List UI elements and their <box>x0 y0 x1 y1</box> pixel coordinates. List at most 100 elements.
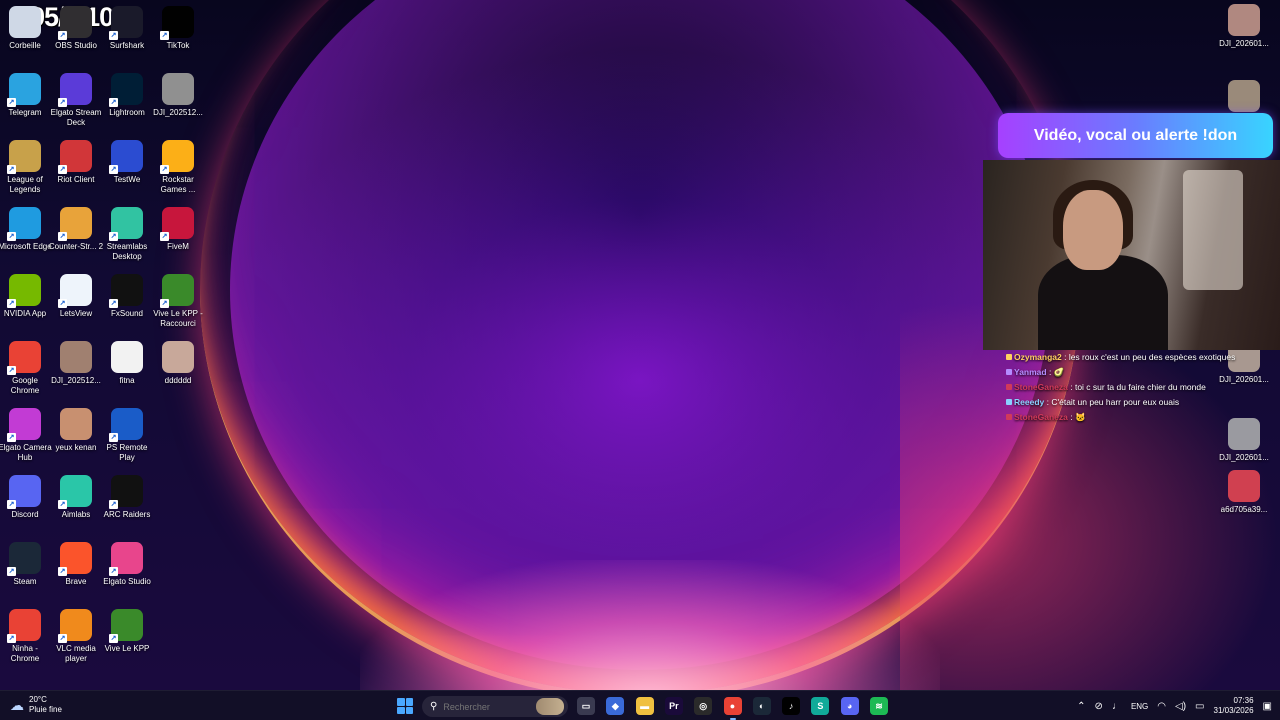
desktop-icon[interactable]: DJI_202512... <box>51 341 101 386</box>
chat-text: C'était un peu harr pour eux ouais <box>1051 397 1180 407</box>
desktop-icon[interactable]: ↗ FxSound <box>102 274 152 319</box>
desktop-icon[interactable]: ↗ League of Legends <box>0 140 50 195</box>
search-highlight-icon[interactable] <box>536 698 564 715</box>
shortcut-arrow-icon: ↗ <box>109 567 118 576</box>
taskbar-surfshark-icon[interactable]: S <box>811 697 830 715</box>
desktop-icon[interactable]: ↗ Discord <box>0 475 50 520</box>
desktop-icon-label: League of Legends <box>7 175 43 194</box>
desktop-icon[interactable]: ↗ Elgato Camera Hub <box>0 408 52 463</box>
desktop-icon-label: FxSound <box>110 309 144 318</box>
start-button[interactable] <box>397 698 413 714</box>
battery-icon[interactable]: ▭ <box>1195 701 1204 712</box>
taskbar-tiktok-icon[interactable]: ♪ <box>782 697 801 715</box>
desktop-icon[interactable]: ↗ Telegram <box>0 73 50 118</box>
desktop-icon[interactable]: ↗ TikTok <box>153 6 203 51</box>
taskbar-chrome-icon[interactable]: ● <box>723 697 742 720</box>
desktop-icon[interactable]: ↗ Brave <box>51 542 101 587</box>
desktop-icon[interactable]: ↗ Microsoft Edge <box>0 207 52 252</box>
desktop-icon-label: a6d705a39... <box>1220 505 1268 514</box>
taskbar-task-view-icon[interactable]: ▭ <box>577 697 595 715</box>
brave-icon: ↗ <box>58 542 92 576</box>
taskbar-copilot-icon[interactable]: ◆ <box>606 697 625 715</box>
shortcut-arrow-icon: ↗ <box>7 567 16 576</box>
desktop-icon[interactable]: ↗ Aimlabs <box>51 475 101 520</box>
shortcut-arrow-icon: ↗ <box>109 31 118 40</box>
desktop-icon-label: Discord <box>11 510 39 519</box>
chat-badge-icon <box>1006 414 1012 420</box>
windows-logo-tile <box>405 698 413 706</box>
taskbar-search[interactable]: ⚲ <box>422 696 568 717</box>
desktop-icon-label: Steam <box>13 577 37 586</box>
desktop-icon[interactable]: ↗ Elgato Studio <box>102 542 152 587</box>
chat-text: les roux c'est un peu des espèces exotiq… <box>1068 352 1236 362</box>
vlc-icon: ↗ <box>58 609 92 643</box>
desktop-icon-label: Corbeille <box>9 41 41 50</box>
desktop-icon[interactable]: Corbeille <box>0 6 50 51</box>
windows-logo-tile <box>405 706 413 714</box>
desktop-icon[interactable]: ↗ PS Remote Play <box>102 408 152 463</box>
notification-icon[interactable]: ▣ <box>1263 701 1272 712</box>
shortcut-arrow-icon: ↗ <box>7 433 16 442</box>
desktop-icon[interactable]: DJI_202512... <box>153 73 203 118</box>
desktop-icon[interactable]: dddddd <box>153 341 203 386</box>
desktop-icon[interactable]: ↗ Counter-Str... 2 <box>48 207 104 252</box>
desktop-icon[interactable]: ↗ Vive Le KPP <box>102 609 152 654</box>
steam-icon: ↗ <box>7 542 41 576</box>
taskbar-obs-icon[interactable]: ◎ <box>694 697 713 715</box>
shortcut-arrow-icon: ↗ <box>58 500 67 509</box>
desktop-icon[interactable]: ↗ Vive Le KPP - Raccourci <box>153 274 203 329</box>
clock[interactable]: 07:36 31/03/2026 <box>1214 696 1254 716</box>
desktop-icon[interactable]: ↗ Rockstar Games ... <box>153 140 203 195</box>
desktop-icon[interactable]: yeux kenan <box>51 408 101 453</box>
desktop-icon[interactable]: ↗ Steam <box>0 542 50 587</box>
chat-badge-icon <box>1006 369 1012 375</box>
desktop-icon[interactable]: a6d705a39... <box>1219 470 1269 515</box>
search-input[interactable] <box>443 701 524 712</box>
desktop-icon[interactable]: ↗ TestWe <box>102 140 152 185</box>
desktop-icon-label: LetsView <box>59 309 93 318</box>
desktop-icon[interactable]: ↗ Lightroom <box>102 73 152 118</box>
desktop-icon[interactable]: fitna <box>102 341 152 386</box>
desktop-icon-label: Counter-Str... 2 <box>48 242 104 251</box>
shortcut-arrow-icon: ↗ <box>109 299 118 308</box>
chat-username: Reeedy <box>1014 397 1045 407</box>
desktop-icon-label: Vive Le KPP <box>104 644 150 653</box>
taskbar-spotify-icon[interactable]: ≋ <box>870 697 888 715</box>
desktop-icon[interactable]: DJI_202601... <box>1219 4 1269 49</box>
rockstar-icon: ↗ <box>160 140 194 174</box>
wifi-icon[interactable]: ◠ <box>1157 701 1166 712</box>
volume-icon[interactable]: ◁) <box>1175 701 1186 712</box>
chat-username: StoneGaneza <box>1014 382 1068 392</box>
taskbar-file-explorer-icon[interactable]: ▬ <box>635 697 654 715</box>
desktop-icon[interactable]: ↗ FiveM <box>153 207 203 252</box>
desktop-icon[interactable]: ↗ Google Chrome <box>0 341 50 396</box>
shortcut-arrow-icon: ↗ <box>109 634 118 643</box>
windows-logo-tile <box>397 698 405 706</box>
taskbar-premiere-pro-icon[interactable]: Pr <box>664 697 683 715</box>
search-icon: ⚲ <box>430 701 438 712</box>
taskbar-discord-icon[interactable]: ◕ <box>840 697 859 715</box>
desktop-icon[interactable]: ↗ Elgato Stream Deck <box>51 73 101 128</box>
desktop-icon[interactable]: ↗ VLC media player <box>51 609 101 664</box>
desktop-icon[interactable]: ↗ Surfshark <box>102 6 152 51</box>
weather-widget[interactable]: ☁ 20°C Pluie fine <box>10 695 62 715</box>
clock-date: 31/03/2026 <box>1213 706 1254 715</box>
desktop-icon[interactable]: ↗ LetsView <box>51 274 101 319</box>
desktop-icon[interactable]: ↗ Streamlabs Desktop <box>102 207 152 262</box>
video-thumbnail-icon <box>1228 4 1260 36</box>
rain-cloud-icon: ☁ <box>10 696 24 713</box>
desktop-icon-label: Elgato Stream Deck <box>50 108 102 127</box>
microphone-icon[interactable]: ♩ <box>1112 701 1122 712</box>
network-off-icon[interactable]: ⊘ <box>1095 701 1103 712</box>
taskbar-steam-icon[interactable]: ◐ <box>752 697 771 715</box>
desktop-icon[interactable]: ↗ ARC Raiders <box>102 475 152 520</box>
desktop-icon[interactable]: ↗ Ninha - Chrome <box>0 609 50 664</box>
chevron-up-icon[interactable]: ⌃ <box>1077 701 1085 712</box>
shortcut-arrow-icon: ↗ <box>58 232 67 241</box>
desktop-icon[interactable]: ↗ NVIDIA App <box>0 274 50 319</box>
desktop-icon[interactable]: ↗ Riot Client <box>51 140 101 185</box>
chat-message: Ozymanga2 : les roux c'est un peu des es… <box>1006 350 1266 365</box>
language-indicator[interactable]: ENG <box>1131 702 1148 711</box>
desktop-icon-label: NVIDIA App <box>3 309 47 318</box>
desktop-icon[interactable]: ↗ OBS Studio <box>51 6 101 51</box>
